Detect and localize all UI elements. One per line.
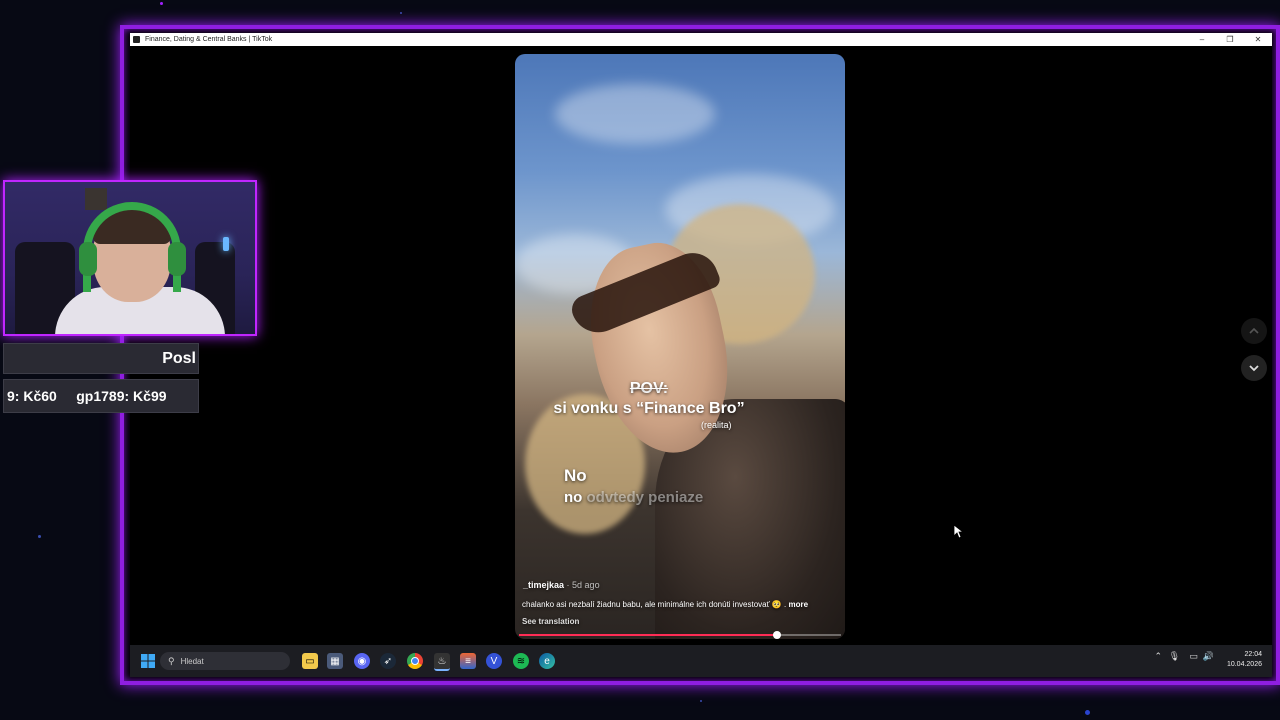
ticker-top-text: Posl (162, 350, 196, 367)
clock-date: 10.04.2026 (1226, 661, 1262, 668)
next-video-button[interactable] (1241, 355, 1267, 381)
app-icon[interactable]: ≡ (460, 653, 476, 669)
video-overlay-pov: POV: (629, 380, 669, 397)
subtitle-word: no (564, 489, 583, 506)
network-icon[interactable]: ▭ (1189, 651, 1198, 662)
author-username[interactable]: _timejkaa (523, 580, 564, 590)
subtitle-rest: odvtedy peniaze (586, 489, 704, 506)
video-progress-bar[interactable] (519, 631, 841, 639)
window-title: Finance, Dating & Central Banks | TikTok (145, 36, 273, 43)
webcam-light (223, 237, 229, 251)
previous-video-button[interactable] (1241, 318, 1267, 344)
steam-icon[interactable]: ➶ (380, 653, 396, 669)
video-player[interactable]: POV: si vonku s “Finance Bro” (realita) … (515, 54, 845, 639)
video-subtitle-line1: No (564, 466, 587, 485)
chevron-up-icon (1249, 327, 1259, 334)
sky-cloud (555, 84, 715, 144)
chrome-icon[interactable] (407, 653, 423, 669)
headset-earcup (168, 242, 186, 276)
donation-ticker-top: Posl (3, 343, 199, 374)
tray-chevron-up-icon[interactable]: ⌃ (1154, 651, 1162, 662)
taskbar-clock[interactable]: 22:04 10.04.2026 (1227, 650, 1262, 670)
stream-capture-frame: Finance, Dating & Central Banks | TikTok… (120, 25, 1280, 685)
donation-ticker-bottom: 9: Kč60 gp1789: Kč99 (3, 379, 199, 413)
close-button[interactable]: ✕ (1244, 33, 1272, 46)
video-progress-thumb[interactable] (772, 631, 781, 639)
background-star (38, 535, 41, 538)
clock-time: 22:04 (1244, 651, 1262, 658)
more-link[interactable]: more (788, 600, 808, 609)
video-overlay-caption: si vonku s “Finance Bro” (553, 400, 745, 417)
headset-icon (83, 202, 181, 292)
mouse-cursor-icon (954, 525, 964, 539)
post-time: · 5d ago (566, 580, 600, 590)
video-author: _timejkaa · 5d ago (523, 580, 600, 590)
taskbar-search-box[interactable]: ⚲ Hledat (160, 652, 290, 670)
tiktok-icon (133, 36, 140, 43)
search-placeholder: Hledat (180, 656, 204, 666)
video-description: chalanko asi nezbalí žiadnu babu, ale mi… (522, 600, 842, 609)
obs-icon[interactable]: ♨ (434, 653, 450, 671)
calculator-icon[interactable]: ▦ (327, 653, 343, 669)
file-explorer-icon[interactable]: ▭ (302, 653, 318, 669)
windows-taskbar: ⚲ Hledat ▭ ▦ ◉ ➶ ♨ ≡ V ≋ e ⌃ 🎙 ▭ 🔊 22:04… (130, 645, 1272, 677)
minimize-button[interactable]: – (1188, 33, 1216, 46)
volume-icon[interactable]: 🔊 (1203, 651, 1214, 662)
background-star (700, 700, 702, 702)
maximize-button[interactable]: ❐ (1216, 33, 1244, 46)
webcam-wall-frame (85, 188, 107, 210)
windows-logo-icon (141, 654, 155, 668)
headset-earcup (79, 242, 97, 276)
video-subtitle-line2: no odvtedy peniaze (564, 489, 703, 506)
background-star (1085, 710, 1090, 715)
search-icon: ⚲ (168, 655, 175, 666)
video-progress-fill (519, 634, 777, 636)
background-star (160, 2, 163, 5)
discord-icon[interactable]: ◉ (354, 653, 370, 669)
ticker-bottom-text: 9: Kč60 gp1789: Kč99 (7, 388, 167, 404)
see-translation-link[interactable]: See translation (522, 617, 579, 626)
edge-icon[interactable]: e (539, 653, 555, 669)
microphone-icon[interactable]: 🎙 (1169, 651, 1180, 662)
tiktok-viewer: POV: si vonku s “Finance Bro” (realita) … (130, 46, 1272, 645)
chevron-down-icon (1249, 365, 1259, 372)
streamer-webcam (3, 180, 257, 336)
background-star (400, 12, 402, 14)
description-text: chalanko asi nezbalí žiadnu babu, ale mi… (522, 600, 787, 609)
start-button[interactable] (140, 653, 156, 669)
window-titlebar: Finance, Dating & Central Banks | TikTok… (130, 33, 1272, 46)
spotify-icon[interactable]: ≋ (513, 653, 529, 669)
vpn-icon[interactable]: V (486, 653, 502, 669)
video-overlay-realita: (realita) (701, 420, 732, 430)
